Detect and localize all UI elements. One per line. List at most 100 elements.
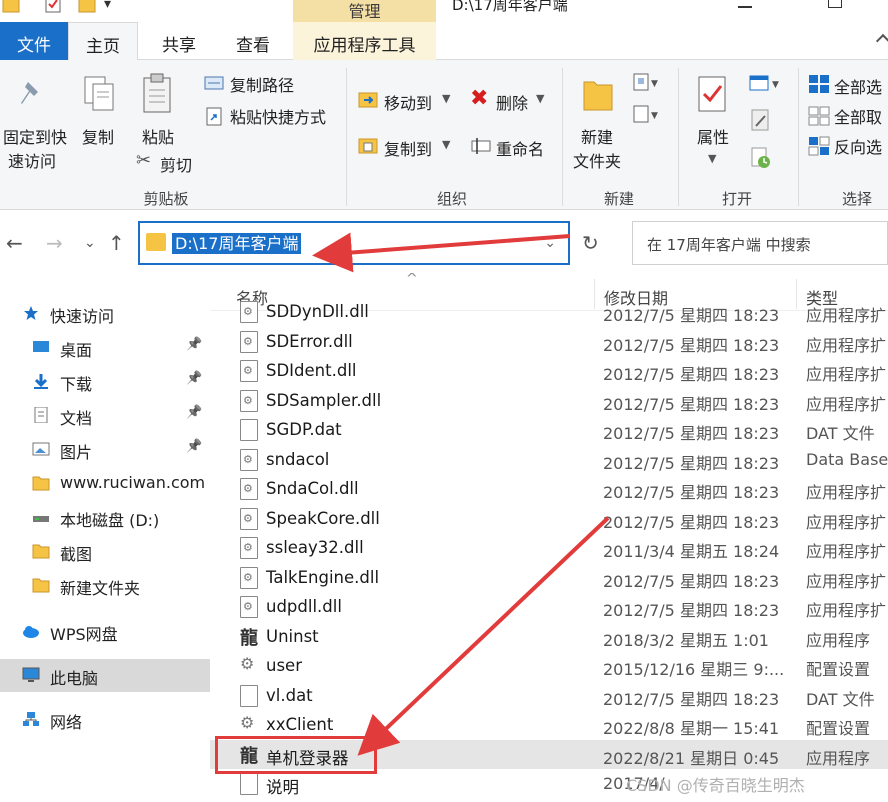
delete-dropdown-icon: ▼	[536, 92, 545, 105]
tab-share[interactable]: 共享	[146, 22, 212, 60]
pin-icon[interactable]: 📌	[186, 371, 202, 386]
dll-file-icon	[240, 330, 258, 353]
open-icon[interactable]: ▼	[748, 74, 784, 94]
dll-file-icon	[240, 448, 258, 471]
sidebar-item[interactable]: 桌面 📌	[0, 331, 210, 364]
sidebar-item[interactable]: 文档 📌	[0, 399, 210, 432]
table-row[interactable]: SndaCol.dll 2012/7/5 星期四 18:23 应用程序扩	[210, 474, 888, 504]
quick-access-dropdown-icon[interactable]: ▾	[104, 0, 111, 12]
sidebar-item-label: 截图	[60, 545, 93, 564]
file-date: 2012/7/5 星期四 18:23	[603, 512, 780, 532]
sidebar-item[interactable]: 快速访问	[0, 297, 210, 330]
sidebar-item[interactable]: WPS网盘	[0, 615, 210, 648]
file-name: SDDynDll.dll	[266, 302, 369, 321]
refresh-icon[interactable]: ↻	[582, 231, 599, 255]
table-row[interactable]: udpdll.dll 2012/7/5 星期四 18:23 应用程序扩	[210, 592, 888, 622]
dll-file-icon	[240, 301, 258, 323]
edit-icon[interactable]	[750, 108, 772, 134]
table-row[interactable]: ⚙ user 2015/12/16 星期三 9:... 配置设置	[210, 651, 888, 681]
config-file-icon: ⚙	[240, 654, 255, 673]
table-row[interactable]: SpeakCore.dll 2012/7/5 星期四 18:23 应用程序扩	[210, 504, 888, 534]
sidebar-item[interactable]: 图片 📌	[0, 433, 210, 466]
table-row[interactable]: SDError.dll 2012/7/5 星期四 18:23 应用程序扩	[210, 327, 888, 357]
new-item-icon[interactable]: ▼	[632, 72, 660, 94]
table-row[interactable]: 龍 Uninst 2018/3/2 星期五 1:01 应用程序	[210, 622, 888, 652]
pin-icon[interactable]: 📌	[186, 337, 202, 352]
dll-file-icon	[240, 596, 258, 618]
paste-label: 粘贴	[141, 128, 174, 147]
sidebar-item[interactable]: 本地磁盘 (D:)	[0, 501, 210, 534]
search-input[interactable]: 在 17周年客户端 中搜索	[632, 221, 888, 265]
tab-home[interactable]: 主页	[68, 22, 138, 61]
annotation-highlight-box	[215, 736, 377, 774]
file-date: 2015/12/16 星期三 9:...	[603, 660, 785, 679]
sidebar-item[interactable]: www.ruciwan.com	[0, 467, 210, 500]
file-date: 2012/7/5 星期四 18:23	[603, 601, 780, 620]
address-path[interactable]: D:\17周年客户端	[172, 233, 302, 254]
table-row[interactable]: vl.dat 2012/7/5 星期四 18:23 DAT 文件	[210, 681, 888, 711]
file-date: 2012/7/5 星期四 18:23	[603, 453, 780, 473]
table-row[interactable]: SDSampler.dll 2012/7/5 星期四 18:23 应用程序扩	[210, 386, 888, 416]
tab-app-tools[interactable]: 应用程序工具	[293, 22, 436, 60]
new-folder-icon[interactable]	[78, 0, 98, 16]
file-name: xxClient	[266, 715, 334, 734]
easy-access-icon[interactable]: ▼	[632, 104, 660, 126]
file-name: user	[266, 656, 302, 675]
minimize-button[interactable]	[738, 6, 752, 8]
context-tab-manage[interactable]: 管理	[293, 0, 436, 22]
paste-icon	[143, 73, 171, 113]
sidebar-item-label: 文档	[60, 409, 93, 428]
file-name: SpeakCore.dll	[266, 508, 380, 528]
address-bar[interactable]: D:\17周年客户端 ⌄	[138, 221, 570, 265]
table-row[interactable]: SDIdent.dll 2012/7/5 星期四 18:23 应用程序扩	[210, 356, 888, 386]
sidebar-item[interactable]: 网络	[0, 703, 210, 736]
recent-dropdown-icon[interactable]: ⌄	[84, 235, 96, 251]
sidebar-item-label: www.ruciwan.com	[60, 473, 206, 492]
sidebar-item[interactable]: 截图	[0, 535, 210, 568]
watermark: CSDN @传奇百晓生明杰	[626, 776, 805, 795]
group-label-open: 打开	[721, 190, 752, 208]
sidebar-item[interactable]: 新建文件夹	[0, 569, 210, 602]
ribbon-separator	[678, 68, 679, 206]
dll-file-icon	[240, 360, 258, 382]
file-type: 应用程序扩	[806, 394, 887, 414]
table-row[interactable]: SDDynDll.dll 2012/7/5 星期四 18:23 应用程序扩	[210, 297, 888, 327]
maximize-button[interactable]	[828, 0, 842, 8]
copy-to-label: 复制到	[384, 140, 433, 159]
table-row[interactable]: SGDP.dat 2012/7/5 星期四 18:23 DAT 文件	[210, 415, 888, 445]
move-to-icon	[358, 92, 378, 108]
properties-check-icon[interactable]	[44, 0, 64, 16]
file-date: 2012/7/5 星期四 18:23	[603, 424, 780, 443]
file-icon	[240, 419, 258, 441]
file-date: 2011/3/4 星期五 18:24	[603, 542, 780, 561]
history-icon[interactable]	[750, 146, 772, 170]
sidebar-item[interactable]: 此电脑	[0, 659, 210, 692]
back-arrow-icon[interactable]: ←	[6, 231, 23, 255]
file-date: 2012/7/5 星期四 18:23	[603, 306, 780, 325]
pin-icon[interactable]: 📌	[186, 405, 202, 420]
tab-view[interactable]: 查看	[222, 22, 284, 60]
tab-file[interactable]: 文件	[0, 22, 68, 60]
table-row[interactable]: sndacol 2012/7/5 星期四 18:23 Data Base	[210, 445, 888, 475]
rename-label: 重命名	[496, 140, 545, 159]
up-arrow-icon[interactable]: ↑	[108, 231, 125, 255]
delete-x-icon: ✖	[470, 86, 489, 111]
file-type: 应用程序扩	[806, 365, 887, 384]
chevron-up-icon[interactable]	[875, 33, 888, 49]
folder-icon[interactable]	[2, 0, 22, 16]
file-date: 2012/7/5 星期四 18:23	[603, 365, 780, 384]
forward-arrow-icon[interactable]: →	[46, 231, 63, 255]
pin-label-1: 固定到快	[2, 128, 67, 147]
table-row[interactable]: TalkEngine.dll 2012/7/5 星期四 18:23 应用程序扩	[210, 563, 888, 593]
dll-file-icon	[240, 389, 258, 412]
group-label-clipboard: 剪贴板	[143, 190, 189, 208]
svg-text:▼: ▼	[651, 79, 658, 89]
pin-icon[interactable]: 📌	[186, 439, 202, 454]
address-dropdown-icon[interactable]: ⌄	[544, 235, 556, 251]
title-bar: ▾ 管理 D:\17周年客户端	[0, 0, 888, 22]
copy-path-icon	[204, 76, 224, 90]
file-date: 2012/7/5 星期四 18:23	[603, 394, 780, 414]
table-row[interactable]: ssleay32.dll 2011/3/4 星期五 18:24 应用程序扩	[210, 533, 888, 563]
ribbon-tabs: 文件 主页 共享 查看 应用程序工具	[0, 22, 888, 61]
sidebar-item[interactable]: 下载 📌	[0, 365, 210, 398]
